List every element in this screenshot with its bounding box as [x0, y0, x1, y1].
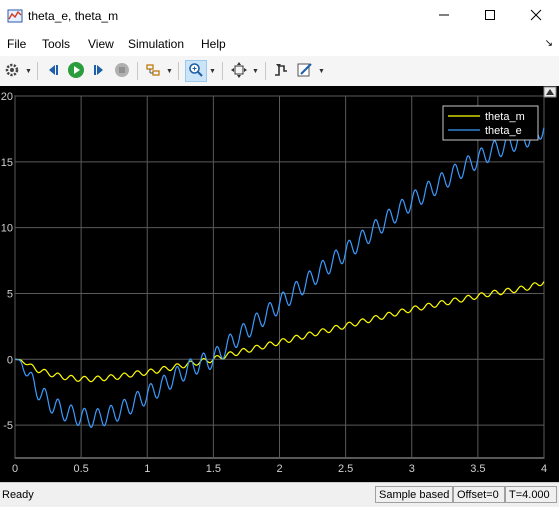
maximize-icon [484, 9, 496, 24]
run-icon [67, 61, 85, 82]
menu-view[interactable]: View [88, 37, 114, 51]
legend-label: theta_e [485, 125, 522, 137]
menu-file[interactable]: File [7, 37, 26, 51]
settings-icon [4, 62, 20, 81]
signal-highlight-button[interactable] [142, 60, 164, 82]
step-back-icon [45, 62, 61, 81]
menu-bar: File Tools View Simulation Help ↘ [0, 32, 559, 56]
toolbar: ▼ ▼ ▼ ▼ ▼ [0, 56, 559, 87]
status-sample-mode: Sample based [375, 486, 453, 503]
scope-display[interactable]: 0 0.5 1 1.5 2 2.5 3 3.5 4 -5 0 5 10 15 20 theta_m theta_… [0, 86, 559, 482]
y-tick-label: -5 [3, 420, 13, 432]
x-tick-label: 4 [541, 463, 547, 475]
menu-simulation[interactable]: Simulation [128, 37, 184, 51]
zoom-icon [188, 62, 204, 81]
autoscale-icon [231, 61, 247, 81]
zoom-dropdown-icon[interactable]: ▼ [209, 68, 216, 75]
toolbar-separator [137, 62, 138, 80]
step-back-button[interactable] [42, 60, 64, 82]
minimize-button[interactable] [421, 0, 467, 32]
x-tick-label: 1.5 [206, 463, 221, 475]
x-tick-label: 2.5 [338, 463, 353, 475]
triggers-icon [273, 62, 289, 81]
toolbar-separator [265, 62, 266, 80]
scope-icon [7, 8, 23, 24]
step-forward-button[interactable] [88, 60, 110, 82]
x-tick-label: 1 [144, 463, 150, 475]
legend: theta_m theta_e [442, 105, 539, 141]
x-tick-label: 3 [409, 463, 415, 475]
autoscale-button[interactable] [228, 60, 250, 82]
title-bar: theta_e, theta_m [0, 0, 559, 32]
dock-arrow-icon[interactable]: ↘ [545, 38, 553, 49]
window-title: theta_e, theta_m [28, 9, 119, 23]
status-time: T=4.000 [505, 486, 557, 503]
style-dropdown-icon[interactable]: ▼ [318, 68, 325, 75]
toolbar-separator [37, 62, 38, 80]
settings-button[interactable] [1, 60, 23, 82]
y-tick-label: 20 [1, 91, 13, 103]
stop-icon [114, 62, 130, 81]
triggers-button[interactable] [270, 60, 292, 82]
y-tick-label: 0 [7, 354, 13, 366]
scope-plot[interactable]: 0 0.5 1 1.5 2 2.5 3 3.5 4-505101520theta_mtheta_… [0, 86, 559, 482]
minimize-icon [438, 9, 450, 24]
status-ready: Ready [2, 489, 34, 501]
toolbar-separator [178, 62, 179, 80]
stop-button[interactable] [111, 60, 133, 82]
x-tick-label: 3.5 [470, 463, 485, 475]
status-bar: Ready Sample based Offset=0 T=4.000 [0, 482, 559, 507]
close-button[interactable] [513, 0, 559, 32]
run-button[interactable] [65, 60, 87, 82]
zoom-button[interactable] [185, 60, 207, 82]
menu-help[interactable]: Help [201, 37, 226, 51]
y-tick-label: 10 [1, 223, 13, 235]
maximize-axes-icon[interactable] [543, 86, 557, 98]
status-offset: Offset=0 [453, 486, 505, 503]
x-tick-label: 0.5 [73, 463, 88, 475]
maximize-button[interactable] [467, 0, 513, 32]
style-icon [297, 62, 313, 81]
signal-highlight-icon [145, 62, 161, 81]
toolbar-separator [222, 62, 223, 80]
autoscale-dropdown-icon[interactable]: ▼ [252, 68, 259, 75]
step-forward-icon [91, 62, 107, 81]
y-tick-label: 15 [1, 157, 13, 169]
close-icon [530, 9, 542, 24]
settings-dropdown-icon[interactable]: ▼ [25, 68, 32, 75]
style-button[interactable] [294, 60, 316, 82]
y-tick-label: 5 [7, 288, 13, 300]
menu-tools[interactable]: Tools [42, 37, 70, 51]
x-tick-label: 2 [276, 463, 282, 475]
x-tick-label: 0 [12, 463, 18, 475]
signal-highlight-dropdown-icon[interactable]: ▼ [166, 68, 173, 75]
legend-label: theta_m [485, 111, 525, 123]
